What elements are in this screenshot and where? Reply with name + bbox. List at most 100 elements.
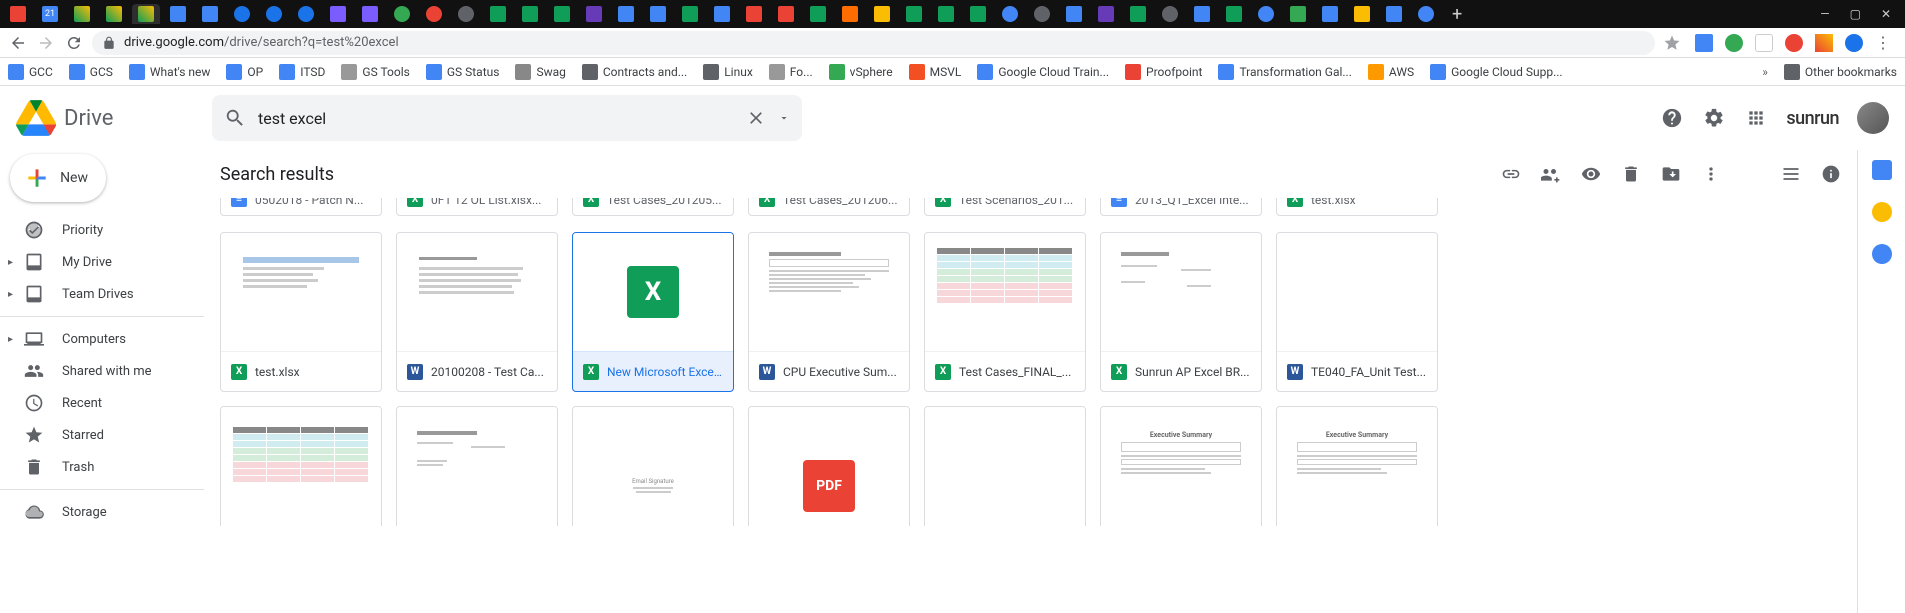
clear-search-icon[interactable]: [746, 108, 766, 128]
file-card[interactable]: Executive Summary: [1276, 406, 1438, 526]
window-maximize[interactable]: ▢: [1850, 7, 1861, 21]
sidebar-item-starred[interactable]: Starred: [0, 419, 204, 451]
file-card[interactable]: WTE040_FA_Unit Test...: [1276, 232, 1438, 392]
other-bookmarks[interactable]: Other bookmarks: [1784, 64, 1897, 80]
browser-tab[interactable]: [612, 4, 640, 24]
browser-tab[interactable]: [100, 4, 128, 24]
file-card[interactable]: ≡0502018 - Patch N...: [220, 198, 382, 216]
calendar-addon-icon[interactable]: [1872, 160, 1892, 180]
help-icon[interactable]: [1660, 106, 1684, 130]
browser-tab[interactable]: 21: [36, 4, 64, 24]
browser-tab[interactable]: [548, 4, 576, 24]
bookmark-item[interactable]: GCC: [8, 64, 53, 80]
browser-tab-active[interactable]: [132, 4, 160, 24]
file-card[interactable]: [220, 406, 382, 526]
bookmark-item[interactable]: Transformation Gal...: [1218, 64, 1351, 80]
window-minimize[interactable]: —: [1820, 7, 1829, 21]
browser-tab[interactable]: [1092, 4, 1120, 24]
search-input[interactable]: [258, 109, 734, 128]
trash-icon[interactable]: [1621, 164, 1641, 184]
file-card[interactable]: XTest Scenarios_201...: [924, 198, 1086, 216]
sidebar-item-my-drive[interactable]: My Drive: [0, 246, 204, 278]
sidebar-item-priority[interactable]: Priority: [0, 214, 204, 246]
extension-icon[interactable]: [1755, 34, 1773, 52]
back-button[interactable]: [8, 33, 28, 53]
search-box[interactable]: [212, 95, 802, 141]
browser-tab[interactable]: [772, 4, 800, 24]
settings-icon[interactable]: [1702, 106, 1726, 130]
bookmark-item[interactable]: Google Cloud Train...: [977, 64, 1109, 80]
tasks-addon-icon[interactable]: [1872, 244, 1892, 264]
star-icon[interactable]: [1663, 34, 1681, 52]
browser-menu[interactable]: ⋮: [1875, 33, 1891, 52]
more-actions-icon[interactable]: [1701, 164, 1721, 184]
url-input[interactable]: drive.google.com/drive/search?q=test%20e…: [92, 31, 1655, 55]
file-card[interactable]: XSunrun AP Excel BR...: [1100, 232, 1262, 392]
browser-tab[interactable]: [996, 4, 1024, 24]
reload-button[interactable]: [64, 33, 84, 53]
file-card[interactable]: Xtest.xlsx: [220, 232, 382, 392]
browser-tab[interactable]: [1220, 4, 1248, 24]
browser-tab[interactable]: [1380, 4, 1408, 24]
extension-icon[interactable]: [1845, 34, 1863, 52]
file-card[interactable]: Xtest.xlsx: [1276, 198, 1438, 216]
browser-tab[interactable]: [1028, 4, 1056, 24]
bookmark-item[interactable]: AWS: [1368, 64, 1414, 80]
file-card[interactable]: PDF: [748, 406, 910, 526]
browser-tab[interactable]: [676, 4, 704, 24]
file-card[interactable]: [396, 406, 558, 526]
browser-tab[interactable]: [868, 4, 896, 24]
browser-tab[interactable]: [324, 4, 352, 24]
browser-tab[interactable]: [740, 4, 768, 24]
browser-tab[interactable]: [580, 4, 608, 24]
browser-tab[interactable]: [484, 4, 512, 24]
browser-tab[interactable]: [932, 4, 960, 24]
extension-icon[interactable]: [1725, 34, 1743, 52]
extension-icon[interactable]: [1785, 34, 1803, 52]
new-tab-button[interactable]: +: [1444, 4, 1470, 25]
browser-tab[interactable]: [1188, 4, 1216, 24]
file-card[interactable]: W20100208 - Test Ca...: [396, 232, 558, 392]
bookmark-item[interactable]: What's new: [129, 64, 211, 80]
browser-tab[interactable]: [1412, 4, 1440, 24]
file-card[interactable]: Executive Summary: [1100, 406, 1262, 526]
bookmark-item[interactable]: Google Cloud Supp...: [1430, 64, 1563, 80]
browser-tab[interactable]: [644, 4, 672, 24]
browser-tab[interactable]: [516, 4, 544, 24]
file-card[interactable]: Email Signature: [572, 406, 734, 526]
browser-tab[interactable]: [1284, 4, 1312, 24]
browser-tab[interactable]: [804, 4, 832, 24]
sidebar-item-shared-with-me[interactable]: Shared with me: [0, 355, 204, 387]
bookmark-item[interactable]: Swag: [515, 64, 565, 80]
browser-tab[interactable]: [196, 4, 224, 24]
browser-tab[interactable]: [420, 4, 448, 24]
apps-icon[interactable]: [1744, 106, 1768, 130]
browser-tab[interactable]: [1124, 4, 1152, 24]
bookmark-item[interactable]: GS Status: [426, 64, 500, 80]
file-card[interactable]: XXNew Microsoft Exce...: [572, 232, 734, 392]
browser-tab[interactable]: [964, 4, 992, 24]
browser-tab[interactable]: [1252, 4, 1280, 24]
extension-icon[interactable]: [1695, 34, 1713, 52]
browser-tab[interactable]: [1316, 4, 1344, 24]
search-options-icon[interactable]: [778, 112, 790, 124]
browser-tab[interactable]: [4, 4, 32, 24]
share-icon[interactable]: [1541, 164, 1561, 184]
bookmark-item[interactable]: Contracts and...: [582, 64, 687, 80]
file-card[interactable]: WCPU Executive Sum...: [748, 232, 910, 392]
window-close[interactable]: ✕: [1881, 7, 1891, 21]
sidebar-item-storage[interactable]: Storage: [0, 496, 204, 528]
keep-addon-icon[interactable]: [1872, 202, 1892, 222]
browser-tab[interactable]: [68, 4, 96, 24]
browser-tab[interactable]: [452, 4, 480, 24]
browser-tab[interactable]: [260, 4, 288, 24]
details-icon[interactable]: [1821, 164, 1841, 184]
bookmark-item[interactable]: GS Tools: [341, 64, 409, 80]
file-card[interactable]: [924, 406, 1086, 526]
bookmark-item[interactable]: Fo...: [769, 64, 813, 80]
bookmark-item[interactable]: vSphere: [829, 64, 893, 80]
bookmark-item[interactable]: MSVL: [909, 64, 962, 80]
sidebar-item-computers[interactable]: Computers: [0, 323, 204, 355]
sidebar-item-recent[interactable]: Recent: [0, 387, 204, 419]
bookmark-item[interactable]: Linux: [703, 64, 753, 80]
